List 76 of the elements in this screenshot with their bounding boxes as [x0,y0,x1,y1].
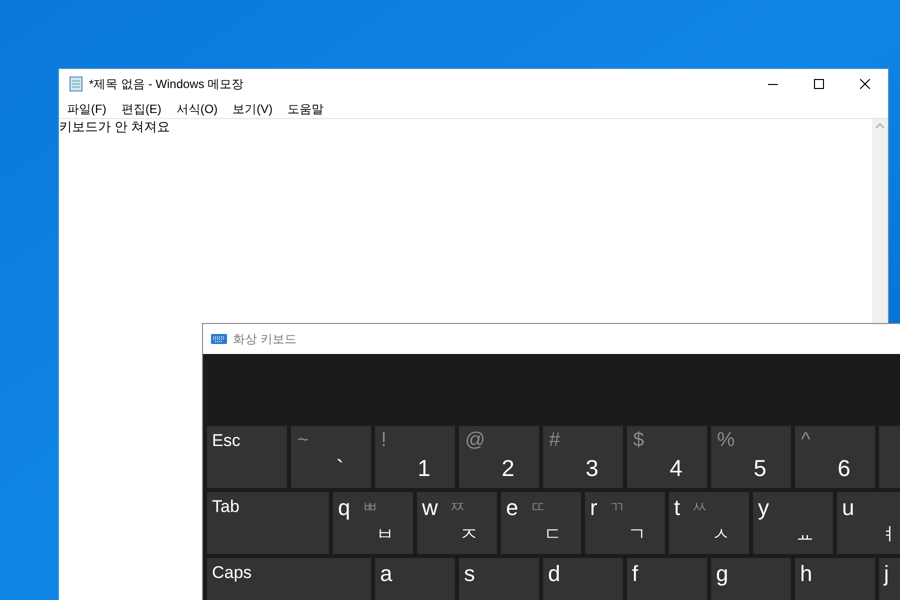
key-label: q [338,494,350,522]
key-label: 1 [418,454,430,482]
key-label: g [716,560,728,588]
keyboard-icon [211,334,227,344]
key[interactable]: u ㅕ [837,492,900,554]
key-label: ` [336,454,344,482]
key-label: y [758,494,769,522]
key[interactable]: Caps [207,558,371,600]
key[interactable]: r ㄲ ㄱ [585,492,665,554]
menu-item[interactable]: 보기(V) [226,100,280,118]
hangul-label: ㅂ [376,523,394,546]
shift-label: ㄲ [609,498,624,518]
window-title: 화상 키보드 [233,331,296,348]
shift-label: # [549,428,562,453]
shift-label: ^ [801,428,812,453]
key-label: d [548,560,560,588]
key-label: t [674,494,680,522]
menu-item[interactable]: 서식(O) [169,100,225,118]
key-label: 5 [754,454,766,482]
key-label: w [422,494,438,522]
menu-item[interactable]: 편집(E) [114,100,168,118]
key[interactable]: % 5 [711,426,791,488]
key-label: 4 [670,454,682,482]
close-icon [860,79,870,89]
key[interactable]: ^ 6 [795,426,875,488]
key[interactable]: h [795,558,875,600]
maximize-icon [814,79,824,89]
key-label: j [884,560,889,588]
key[interactable]: Esc [207,426,287,488]
shift-label: ! [381,428,388,453]
key[interactable]: # 3 [543,426,623,488]
shift-label: ~ [297,428,310,453]
hangul-label: ㅕ [880,523,898,546]
window-title: *제목 없음 - Windows 메모장 [89,76,244,93]
key[interactable]: w ㅉ ㅈ [417,492,497,554]
key[interactable]: q ㅃ ㅂ [333,492,413,554]
key-label: a [380,560,392,588]
notepad-icon [68,76,84,92]
hangul-label: ㅅ [712,523,730,546]
key[interactable]: $ 4 [627,426,707,488]
shift-label: @ [465,428,486,453]
key-label: 6 [838,454,850,482]
key-label: r [590,494,598,522]
key[interactable]: e ㄸ ㄷ [501,492,581,554]
key[interactable]: f [627,558,707,600]
key[interactable]: y ㅛ [753,492,833,554]
key[interactable]: @ 2 [459,426,539,488]
key-label: f [632,560,638,588]
key-label: s [464,560,475,588]
key[interactable]: ~ ` [291,426,371,488]
key[interactable]: ! 1 [375,426,455,488]
key[interactable]: s [459,558,539,600]
key-label: 2 [502,454,514,482]
hangul-label: ㅛ [796,523,814,546]
shift-label: ㅃ [362,498,378,518]
menu-item[interactable]: 파일(F) [60,100,114,118]
key-label: h [800,560,812,588]
hangul-label: ㄱ [628,523,646,546]
key[interactable]: j [879,558,900,600]
key-label: e [506,494,518,522]
menu-item[interactable]: 도움말 [280,100,331,118]
shift-label: ㅆ [692,498,708,518]
key[interactable]: g [711,558,791,600]
shift-label: ㄸ [530,498,546,518]
scroll-up-icon [876,123,884,128]
shift-label: % [717,428,736,453]
hangul-label: ㅈ [460,523,478,546]
shift-label: $ [633,428,646,453]
key[interactable]: Tab [207,492,329,554]
key[interactable]: t ㅆ ㅅ [669,492,749,554]
hangul-label: ㄷ [544,523,562,546]
key-label: u [842,494,854,522]
shift-label: ㅉ [450,498,465,518]
key[interactable]: d [543,558,623,600]
key-label: 3 [586,454,598,482]
key[interactable]: a [375,558,455,600]
